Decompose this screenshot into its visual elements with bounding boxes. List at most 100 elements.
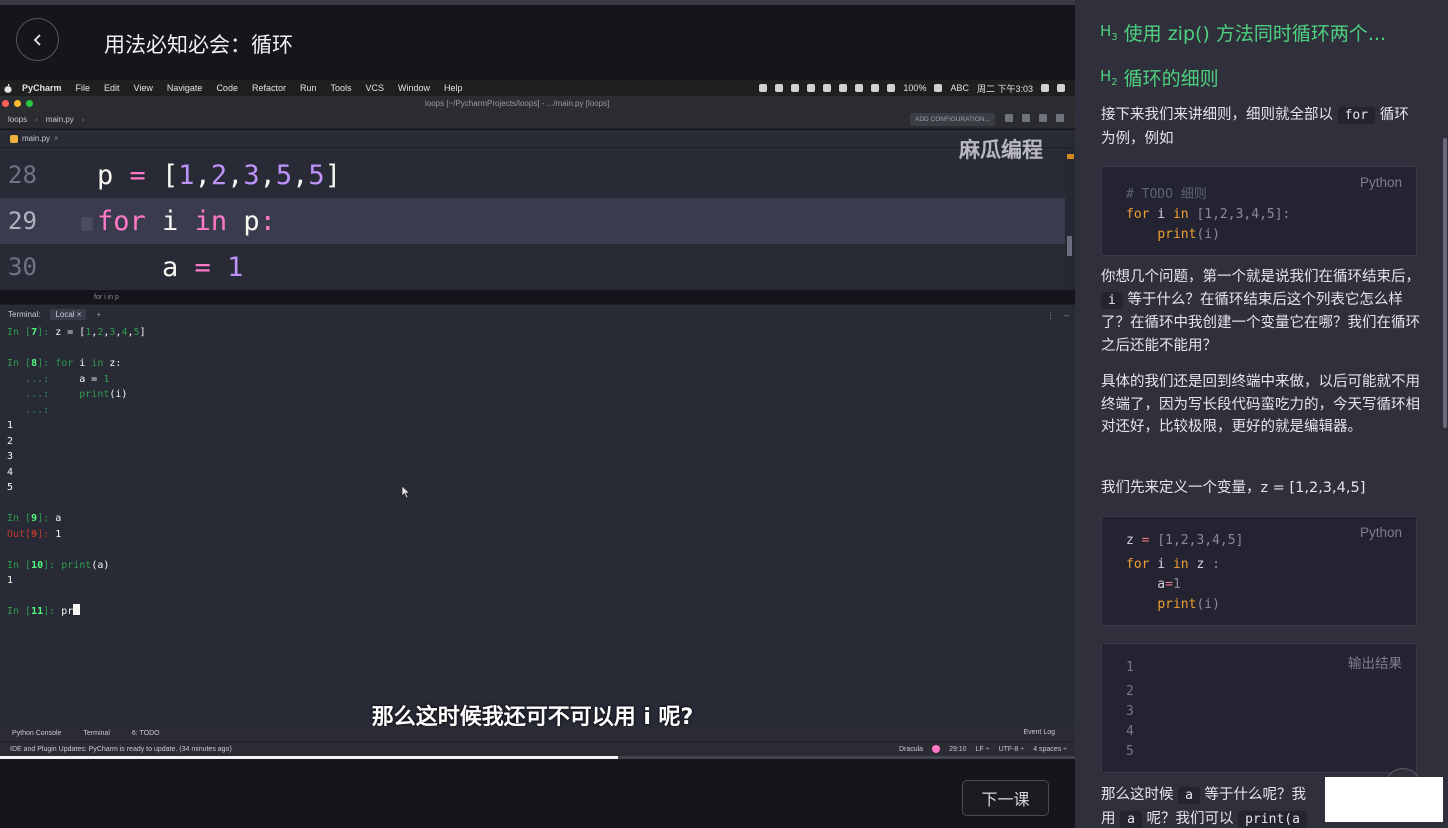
heading-h3[interactable]: H3 使用 zip() 方法同时循环两个... [1100, 12, 1430, 52]
paragraph-text: 接下来我们来讲细则，细则就全部以 [1101, 107, 1333, 123]
line-number: 29 [8, 207, 37, 235]
inline-code: i [1101, 291, 1123, 309]
tray-icon [775, 84, 784, 92]
more-icon: ⋮ [1046, 311, 1055, 320]
menu-edit: Edit [104, 83, 120, 93]
close-icon: × [54, 134, 59, 143]
tool-tab-python-console: Python Console [12, 730, 62, 737]
lesson-title: 用法必知必会：循环 [104, 33, 293, 57]
notes-scrollbar[interactable] [1443, 138, 1447, 428]
editor-tab-bar: main.py × [0, 130, 1075, 148]
tray-icon [839, 84, 848, 92]
apple-icon [4, 83, 12, 93]
terminal-line: 5 [7, 482, 14, 493]
editor-tab-main-py: main.py × [10, 134, 59, 143]
h3-marker: H3 [1100, 21, 1118, 43]
output-line: 5 [1126, 744, 1134, 759]
minimize-window-icon [14, 99, 21, 107]
output-line: 2 [1126, 684, 1134, 699]
video-player[interactable]: 用法必知必会：循环 PyCharm File Edit View Navigat… [0, 0, 1075, 828]
menu-run: Run [299, 83, 317, 93]
add-icon: + [96, 309, 102, 319]
ide-status-bar: IDE and Plugin Updates: PyCharm is ready… [0, 741, 1075, 756]
paragraph-text: 等于什么呢？我 [1204, 787, 1307, 803]
line-number: 28 [8, 161, 37, 189]
tray-icon [855, 84, 864, 92]
wifi-icon [871, 84, 880, 92]
menu-help: Help [444, 83, 463, 93]
code-comment: # TODO 细则 [1126, 187, 1207, 202]
code-breadcrumb: for i in p [94, 294, 119, 301]
paragraph: 接下来我们来讲细则，细则就全部以 for 循环为例，例如 [1101, 104, 1421, 150]
inline-code: a [1120, 810, 1142, 828]
output-line: 4 [1126, 724, 1134, 739]
tray-icon [791, 84, 800, 92]
tool-tab-todo: 6: TODO [131, 730, 160, 737]
ide-tool-tabs: Python Console Terminal 6: TODO Event Lo… [0, 726, 1075, 741]
menu-file: File [75, 83, 91, 93]
menu-code: Code [216, 83, 238, 93]
h2-marker: H2 [1100, 67, 1118, 88]
video-progress-bar[interactable] [0, 756, 1075, 759]
notes-panel[interactable]: H3 使用 zip() 方法同时循环两个... H2 循环的细则 接下来我们来讲… [1075, 0, 1448, 828]
code-line: print(i) [1157, 227, 1220, 242]
overlay-block [1325, 777, 1443, 822]
code-text: a = 1 [97, 251, 244, 283]
watermark: 麻瓜编程 [959, 138, 1043, 162]
code-line: z = [1,2,3,4,5] [1126, 533, 1244, 548]
file-encoding: UTF-8 ÷ [998, 745, 1025, 753]
python-file-icon [10, 134, 18, 143]
menu-navigate: Navigate [166, 83, 203, 93]
terminal-line: 3 [7, 451, 14, 462]
heading-h2[interactable]: H2 循环的细则 [1100, 64, 1430, 91]
code-line-30: 30 a = 1 [0, 244, 1065, 290]
tray-icon [759, 84, 768, 92]
inline-code: print(a [1238, 810, 1307, 828]
heading-h2-text: 循环的细则 [1123, 68, 1219, 90]
inline-code: for [1337, 107, 1376, 124]
code-line: for i in [1,2,3,4,5]: [1126, 207, 1291, 222]
back-button[interactable] [16, 18, 59, 61]
terminal-header: Terminal: Local × + ⋮ – [0, 305, 1075, 323]
mouse-pointer-icon [401, 485, 411, 499]
tool-tab-terminal: Terminal [83, 730, 110, 737]
nav-project: loops [8, 114, 28, 124]
paragraph: 具体的我们还是回到终端中来做，以后可能就不用终端了，因为写长段代码蛮吃力的，今天… [1101, 374, 1420, 435]
search-icon [1041, 84, 1049, 92]
stop-icon [1039, 114, 1047, 122]
paragraph-text: 用 [1101, 810, 1116, 827]
status-message: IDE and Plugin Updates: PyCharm is ready… [10, 745, 232, 753]
dracula-icon [932, 745, 941, 753]
macos-menu-bar: PyCharm File Edit View Navigate Code Ref… [0, 80, 1075, 96]
tray-icon [823, 84, 832, 92]
terminal-line: 1 [7, 420, 14, 431]
editor-tab-label: main.py [22, 134, 51, 143]
output-line: 3 [1126, 704, 1134, 719]
indent-setting: 4 spaces ÷ [1033, 745, 1067, 753]
terminal-line: In [10]: print(a) [7, 559, 110, 571]
code-line: a=1 [1126, 577, 1181, 592]
fold-marker [81, 217, 93, 231]
paragraph-text: 你想几个问题，第一个就是说我们在循环结束后， [1101, 269, 1420, 285]
heading-h3-text: 使用 zip() 方法同时循环两个... [1123, 22, 1386, 45]
menu-refactor: Refactor [251, 83, 286, 93]
minimize-icon: – [1064, 311, 1069, 320]
clock: 周二 下午3:03 [976, 83, 1033, 94]
run-icon [1005, 114, 1013, 122]
ide-nav-bar: loops › main.py › ADD CONFIGURATION... [0, 110, 1075, 129]
terminal-line: In [8]: for i in z: [7, 358, 122, 369]
terminal-line: 4 [7, 466, 14, 478]
paragraph-text: 等于什么？在循环结束后这个列表它怎么样了？在循环中我创建一个变量它在哪？我们在循… [1101, 291, 1420, 354]
line-number: 30 [8, 253, 37, 281]
code-line: for i in z : [1126, 557, 1220, 572]
event-log: Event Log [1023, 729, 1055, 736]
next-lesson-button[interactable]: 下一课 [962, 780, 1049, 816]
nav-file: main.py [45, 114, 74, 124]
cursor-position: 29:10 [949, 745, 967, 753]
add-configuration-button: ADD CONFIGURATION... [910, 113, 995, 126]
terminal-panel: Terminal: Local × + ⋮ – In [7]: z = [1,2,… [0, 304, 1075, 726]
video-progress-fill [0, 756, 619, 759]
